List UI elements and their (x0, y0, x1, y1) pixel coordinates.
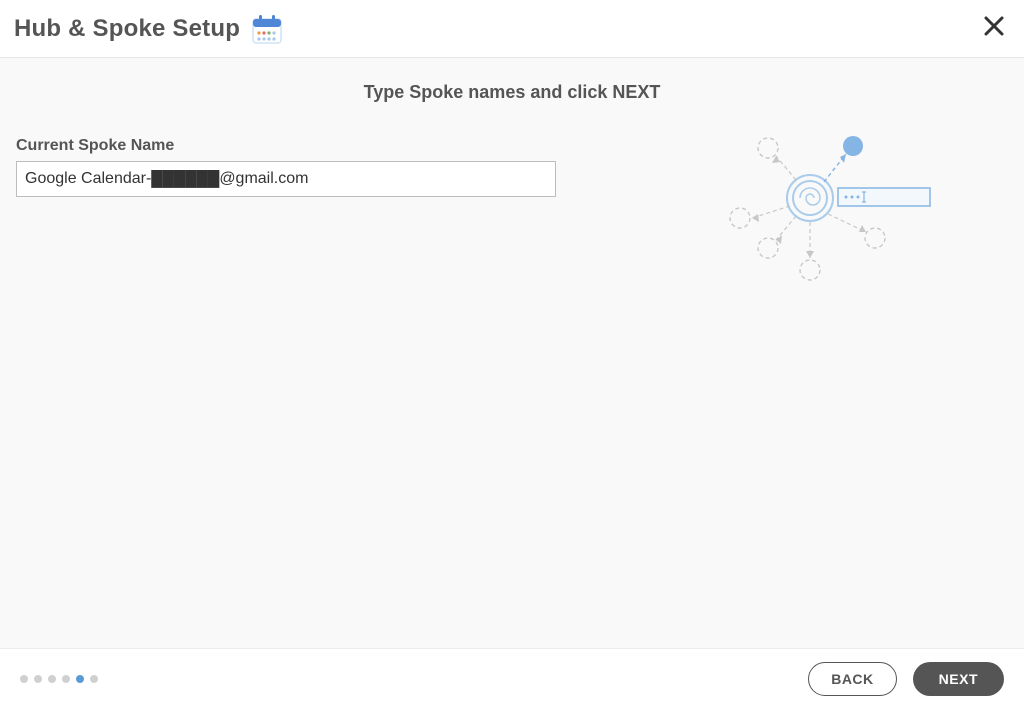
back-button[interactable]: BACK (808, 662, 896, 696)
instruction-text: Type Spoke names and click NEXT (0, 82, 1024, 103)
page-title: Hub & Spoke Setup (14, 15, 240, 43)
form-area: Current Spoke Name (0, 137, 560, 197)
step-dot (48, 675, 56, 683)
step-dot (34, 675, 42, 683)
close-icon[interactable] (980, 12, 1008, 45)
spoke-name-input[interactable] (16, 161, 556, 197)
step-dot (90, 675, 98, 683)
step-indicator (20, 675, 98, 683)
step-dot (62, 675, 70, 683)
calendar-icon (250, 12, 284, 46)
step-dot (20, 675, 28, 683)
step-dot-active (76, 675, 84, 683)
next-button[interactable]: NEXT (913, 662, 1004, 696)
setup-header: Hub & Spoke Setup (0, 0, 1024, 58)
footer-buttons: BACK NEXT (808, 662, 1004, 696)
setup-content: Type Spoke names and click NEXT Current … (0, 58, 1024, 648)
setup-footer: BACK NEXT (0, 648, 1024, 708)
spoke-name-label: Current Spoke Name (16, 137, 560, 155)
hub-spoke-diagram-icon (720, 118, 940, 293)
